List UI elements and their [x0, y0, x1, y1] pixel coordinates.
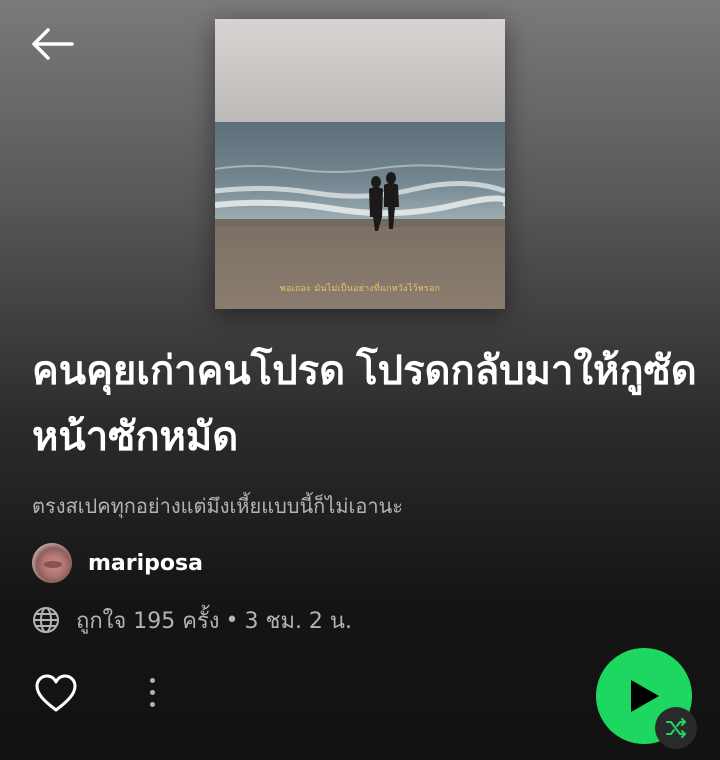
more-options-button[interactable] [136, 668, 168, 716]
back-button[interactable] [26, 22, 78, 66]
heart-outline-icon [35, 674, 77, 712]
cover-caption: พอเถอะ มันไม่เป็นอย่างที่แกหวังไว้หรอก [279, 284, 441, 294]
playlist-title: คนคุยเก่าคนโปรด โปรดกลับมาให้กูซัดหน้าซั… [32, 349, 697, 459]
owner-avatar[interactable] [32, 543, 72, 583]
more-vertical-icon-dot [149, 701, 155, 707]
playlist-cover: พอเถอะ มันไม่เป็นอย่างที่แกหวังไว้หรอก [215, 19, 505, 309]
more-vertical-icon-dot [149, 689, 155, 695]
arrow-left-icon [32, 28, 74, 60]
likes-count: ถูกใจ 195 ครั้ง [76, 608, 220, 634]
shuffle-icon [666, 718, 686, 738]
play-icon [631, 680, 659, 712]
like-button[interactable] [32, 670, 80, 716]
shuffle-button[interactable] [655, 707, 697, 749]
more-vertical-icon-dot [149, 677, 155, 683]
playlist-description: ตรงสเปคทุกอย่างแต่มึงเหี้ยแบบนี้ก็ไม่เอา… [32, 494, 403, 518]
meta-separator: • [225, 607, 239, 633]
cover-image [215, 19, 505, 309]
playlist-duration: 3 ชม. 2 น. [244, 608, 352, 634]
playlist-meta: ถูกใจ 195 ครั้ง • 3 ชม. 2 น. [32, 603, 352, 637]
globe-icon [32, 606, 60, 634]
owner-row[interactable]: mariposa [32, 542, 203, 584]
owner-name[interactable]: mariposa [88, 551, 203, 576]
